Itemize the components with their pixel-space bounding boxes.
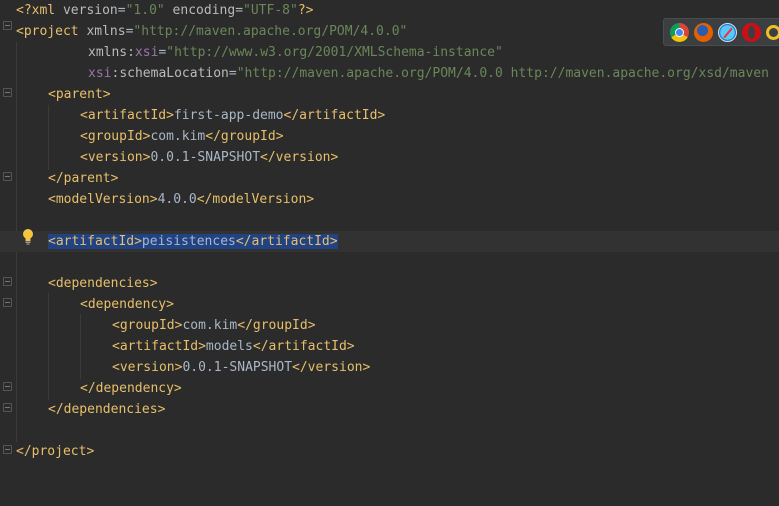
code-token: first-app-demo xyxy=(173,108,284,123)
code-line[interactable]: <artifactId>first-app-demo</artifactId> xyxy=(0,105,779,126)
code-token: = xyxy=(235,3,244,18)
code-token: : xyxy=(127,45,135,60)
code-line-text: <project xmlns="http://maven.apache.org/… xyxy=(16,21,407,42)
code-line[interactable]: <version>0.0.1-SNAPSHOT</version> xyxy=(0,147,779,168)
code-token: <dependencies> xyxy=(48,276,158,291)
code-token: xmlns xyxy=(86,24,126,39)
code-line[interactable]: xsi:schemaLocation="http://maven.apache.… xyxy=(0,63,779,84)
code-line[interactable]: <version>0.0.1-SNAPSHOT</version> xyxy=(0,357,779,378)
code-token: <groupId> xyxy=(80,129,151,144)
code-line-text: <groupId>com.kim</groupId> xyxy=(80,126,284,147)
code-token: "http://maven.apache.org/POM/4.0.0 http:… xyxy=(236,66,769,81)
code-token: <artifactId> xyxy=(48,234,142,249)
code-line[interactable] xyxy=(0,420,779,441)
code-line[interactable]: </project> xyxy=(0,441,779,462)
code-line-text: </dependencies> xyxy=(48,399,165,420)
code-token: encoding xyxy=(164,3,236,18)
code-token: </version> xyxy=(260,150,339,165)
browser-preview-bar xyxy=(663,18,779,46)
code-token: 0.0.1-SNAPSHOT xyxy=(182,360,293,375)
code-line[interactable] xyxy=(0,252,779,273)
code-token: </artifactId> xyxy=(283,108,386,123)
code-line-text: xmlns:xsi="http://www.w3.org/2001/XMLSch… xyxy=(88,42,503,63)
code-token: schemaLocation xyxy=(119,66,229,81)
code-line-text: <modelVersion>4.0.0</modelVersion> xyxy=(48,189,314,210)
code-line-text: <dependencies> xyxy=(48,273,158,294)
code-token: </groupId> xyxy=(237,318,316,333)
code-line[interactable]: <artifactId>models</artifactId> xyxy=(0,336,779,357)
code-line-text: <parent> xyxy=(48,84,111,105)
code-line-text: <artifactId>models</artifactId> xyxy=(112,336,355,357)
code-line-text: <artifactId>peisistences</artifactId> xyxy=(48,231,338,252)
code-token: ?> xyxy=(297,3,314,18)
code-token: <version> xyxy=(112,360,183,375)
code-token: </version> xyxy=(292,360,371,375)
code-token: "1.0" xyxy=(125,3,165,18)
code-token: <groupId> xyxy=(112,318,183,333)
code-line[interactable]: <?xml version="1.0" encoding="UTF-8"?> xyxy=(0,0,779,21)
code-token: <project xyxy=(16,24,87,39)
code-token: <artifactId> xyxy=(112,339,206,354)
code-token: "http://www.w3.org/2001/XMLSchema-instan… xyxy=(166,45,503,60)
code-token: <modelVersion> xyxy=(48,192,158,207)
opera-icon[interactable] xyxy=(742,22,761,42)
code-token: version xyxy=(62,3,118,18)
safari-icon[interactable] xyxy=(718,22,737,42)
code-token: 4.0.0 xyxy=(157,192,197,207)
code-token: <version> xyxy=(80,150,151,165)
code-token: </artifactId> xyxy=(252,339,355,354)
ie-icon[interactable] xyxy=(766,24,779,40)
code-line-text: <?xml version="1.0" encoding="UTF-8"?> xyxy=(16,0,313,21)
firefox-icon[interactable] xyxy=(694,22,713,42)
code-line[interactable]: <parent> xyxy=(0,84,779,105)
code-token: <?xml xyxy=(16,3,63,18)
chrome-icon[interactable] xyxy=(670,22,689,42)
code-token: xsi xyxy=(134,45,159,60)
code-token: xmlns xyxy=(88,45,128,60)
code-token: </artifactId> xyxy=(235,234,338,249)
code-line-text: <groupId>com.kim</groupId> xyxy=(112,315,316,336)
code-line-text: </dependency> xyxy=(80,378,182,399)
code-token: </parent> xyxy=(48,171,119,186)
code-token: peisistences xyxy=(141,234,236,249)
code-line[interactable]: </dependencies> xyxy=(0,399,779,420)
code-line[interactable]: </parent> xyxy=(0,168,779,189)
code-line-text: <dependency> xyxy=(80,294,174,315)
code-line[interactable]: </dependency> xyxy=(0,378,779,399)
code-token: </groupId> xyxy=(205,129,284,144)
code-token: </project> xyxy=(16,444,95,459)
code-line[interactable]: <groupId>com.kim</groupId> xyxy=(0,315,779,336)
lightbulb-icon[interactable] xyxy=(20,228,36,246)
code-token: </dependencies> xyxy=(48,402,166,417)
code-token: 0.0.1-SNAPSHOT xyxy=(150,150,261,165)
code-line[interactable]: <groupId>com.kim</groupId> xyxy=(0,126,779,147)
code-token: <dependency> xyxy=(80,297,174,312)
code-token: </dependency> xyxy=(80,381,182,396)
code-token: models xyxy=(205,339,253,354)
code-line-text: </parent> xyxy=(48,168,118,189)
code-token: = xyxy=(228,66,237,81)
code-token: </modelVersion> xyxy=(196,192,315,207)
code-line[interactable]: <artifactId>peisistences</artifactId> xyxy=(0,231,779,252)
code-token: com.kim xyxy=(182,318,238,333)
code-line-text: <version>0.0.1-SNAPSHOT</version> xyxy=(80,147,338,168)
code-line-text: xsi:schemaLocation="http://maven.apache.… xyxy=(88,63,769,84)
code-line[interactable]: <dependency> xyxy=(0,294,779,315)
code-line[interactable] xyxy=(0,210,779,231)
code-token: <parent> xyxy=(48,87,111,102)
code-line-text: <artifactId>first-app-demo</artifactId> xyxy=(80,105,385,126)
code-line[interactable]: xmlns:xsi="http://www.w3.org/2001/XMLSch… xyxy=(0,42,779,63)
code-token: "UTF-8" xyxy=(243,3,298,18)
code-token: xsi xyxy=(88,66,112,81)
code-token: "http://maven.apache.org/POM/4.0.0" xyxy=(133,24,408,39)
code-token: = xyxy=(117,3,126,18)
code-token: com.kim xyxy=(150,129,206,144)
code-area[interactable]: <?xml version="1.0" encoding="UTF-8"?> <p… xyxy=(0,0,779,506)
code-token: <artifactId> xyxy=(80,108,174,123)
code-line-text: </project> xyxy=(16,441,94,462)
code-line-text: <version>0.0.1-SNAPSHOT</version> xyxy=(112,357,370,378)
code-line[interactable]: <dependencies> xyxy=(0,273,779,294)
code-line[interactable]: <modelVersion>4.0.0</modelVersion> xyxy=(0,189,779,210)
xml-editor[interactable]: <?xml version="1.0" encoding="UTF-8"?> <p… xyxy=(0,0,779,506)
